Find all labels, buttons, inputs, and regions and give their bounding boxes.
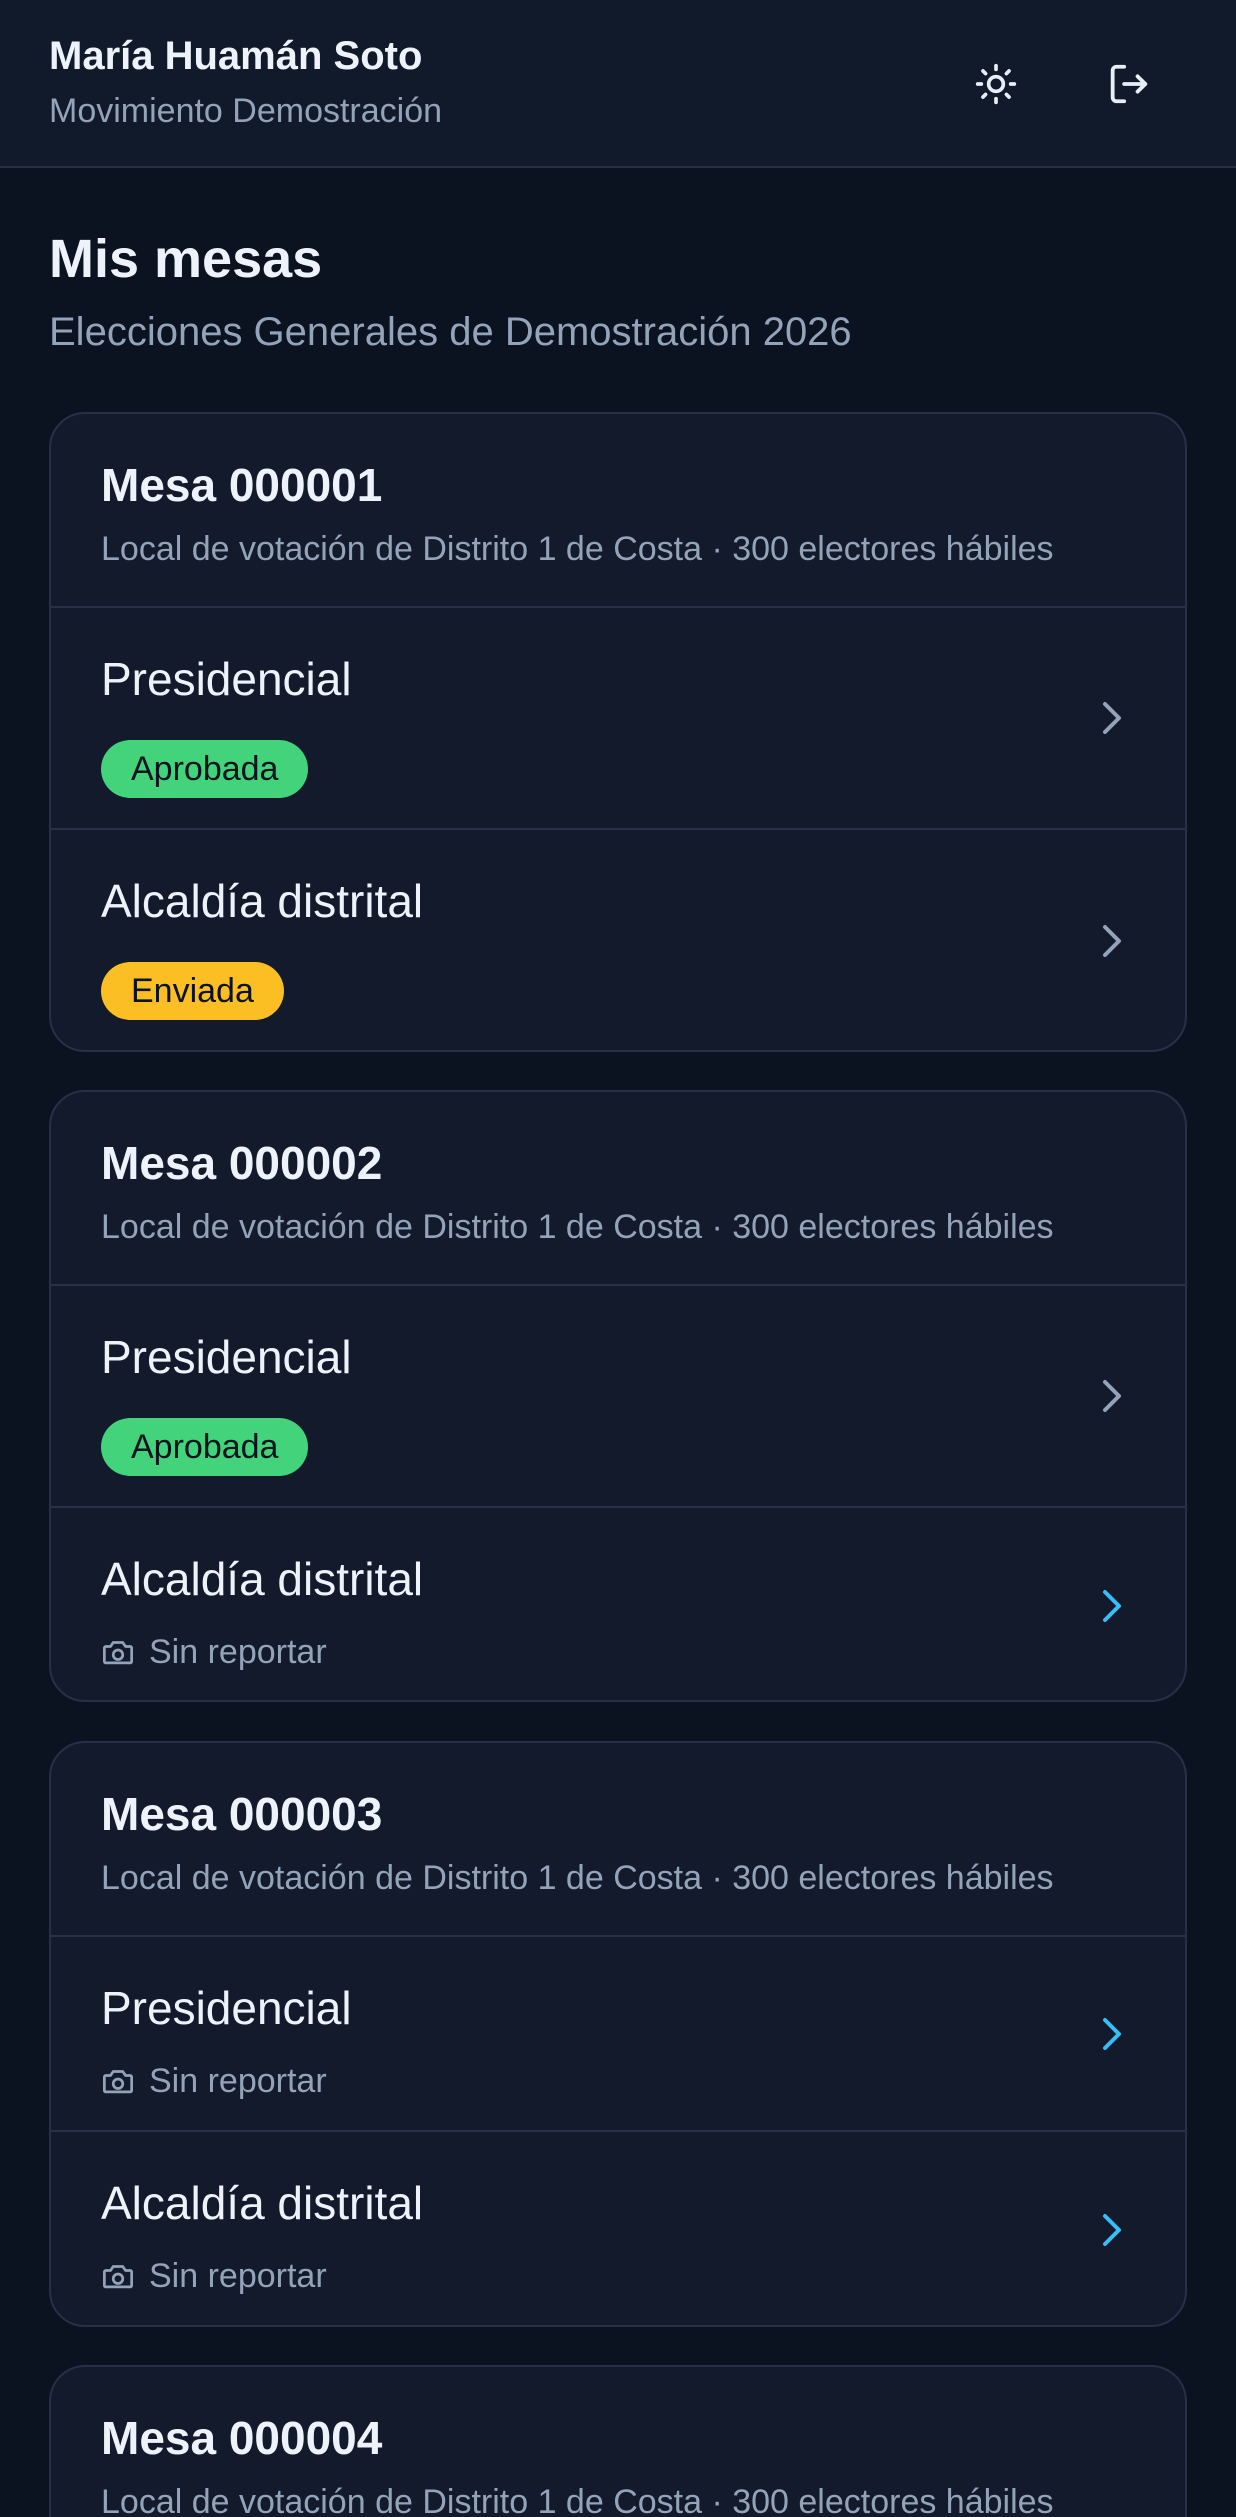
mesa-card: Mesa 000002 Local de votación de Distrit… — [49, 1090, 1187, 1702]
acta-label: Presidencial — [101, 1982, 352, 2034]
status-line: Sin reportar — [101, 2254, 327, 2298]
chevron-right-icon — [1093, 1582, 1129, 1630]
organization-name: Movimiento Demostración — [49, 92, 443, 130]
mesa-card-header: Mesa 000002 Local de votación de Distrit… — [51, 1092, 1185, 1286]
chevron-right-icon — [1093, 694, 1129, 742]
top-bar: María Huamán Soto Movimiento Demostració… — [0, 0, 1236, 168]
acta-row-presidencial[interactable]: Presidencial Aprobada — [51, 1286, 1185, 1508]
status-badge: Enviada — [101, 962, 284, 1020]
logout-icon — [1105, 61, 1151, 107]
mesa-title: Mesa 000001 — [101, 459, 383, 511]
status-text: Sin reportar — [149, 2256, 327, 2295]
status-line: Sin reportar — [101, 1630, 327, 1674]
acta-label: Presidencial — [101, 1331, 352, 1383]
mesa-card-header: Mesa 000004 Local de votación de Distrit… — [51, 2367, 1185, 2517]
mesa-card-header: Mesa 000001 Local de votación de Distrit… — [51, 414, 1185, 608]
mesa-card: Mesa 000003 Local de votación de Distrit… — [49, 1741, 1187, 2327]
acta-row-alcaldia[interactable]: Alcaldía distrital Sin reportar — [51, 1508, 1185, 1700]
status-line: Sin reportar — [101, 2059, 327, 2103]
mesa-title: Mesa 000002 — [101, 1137, 383, 1189]
chevron-right-icon — [1093, 2206, 1129, 2254]
status-badge: Aprobada — [101, 740, 309, 798]
mesa-subtitle: Local de votación de Distrito 1 de Costa… — [101, 1208, 1054, 1246]
user-name: María Huamán Soto — [49, 34, 423, 78]
mesa-title: Mesa 000004 — [101, 2412, 383, 2464]
chevron-right-icon — [1093, 1372, 1129, 1420]
mesa-card: Mesa 000004 Local de votación de Distrit… — [49, 2365, 1187, 2517]
acta-label: Alcaldía distrital — [101, 2177, 424, 2229]
theme-toggle-button[interactable] — [956, 44, 1036, 124]
mesa-title: Mesa 000003 — [101, 1788, 383, 1840]
page-subtitle: Elecciones Generales de Demostración 202… — [49, 310, 852, 354]
mesa-card-header: Mesa 000003 Local de votación de Distrit… — [51, 1743, 1185, 1937]
chevron-right-icon — [1093, 917, 1129, 965]
acta-label: Alcaldía distrital — [101, 875, 424, 927]
camera-icon — [101, 2261, 149, 2291]
camera-icon — [101, 1637, 149, 1667]
mesa-subtitle: Local de votación de Distrito 1 de Costa… — [101, 2483, 1054, 2517]
mesa-card: Mesa 000001 Local de votación de Distrit… — [49, 412, 1187, 1052]
acta-row-alcaldia[interactable]: Alcaldía distrital Enviada — [51, 830, 1185, 1050]
camera-icon — [101, 2066, 149, 2096]
logout-button[interactable] — [1088, 44, 1168, 124]
acta-row-presidencial[interactable]: Presidencial Sin reportar — [51, 1937, 1185, 2132]
mesa-subtitle: Local de votación de Distrito 1 de Costa… — [101, 530, 1054, 568]
status-badge: Aprobada — [101, 1418, 309, 1476]
acta-label: Alcaldía distrital — [101, 1553, 424, 1605]
acta-row-presidencial[interactable]: Presidencial Aprobada — [51, 608, 1185, 830]
sun-icon — [974, 62, 1018, 106]
acta-row-alcaldia[interactable]: Alcaldía distrital Sin reportar — [51, 2132, 1185, 2325]
page-title: Mis mesas — [49, 229, 323, 289]
status-text: Sin reportar — [149, 2061, 327, 2100]
chevron-right-icon — [1093, 2010, 1129, 2058]
status-text: Sin reportar — [149, 1632, 327, 1671]
acta-label: Presidencial — [101, 653, 352, 705]
mesa-subtitle: Local de votación de Distrito 1 de Costa… — [101, 1859, 1054, 1897]
